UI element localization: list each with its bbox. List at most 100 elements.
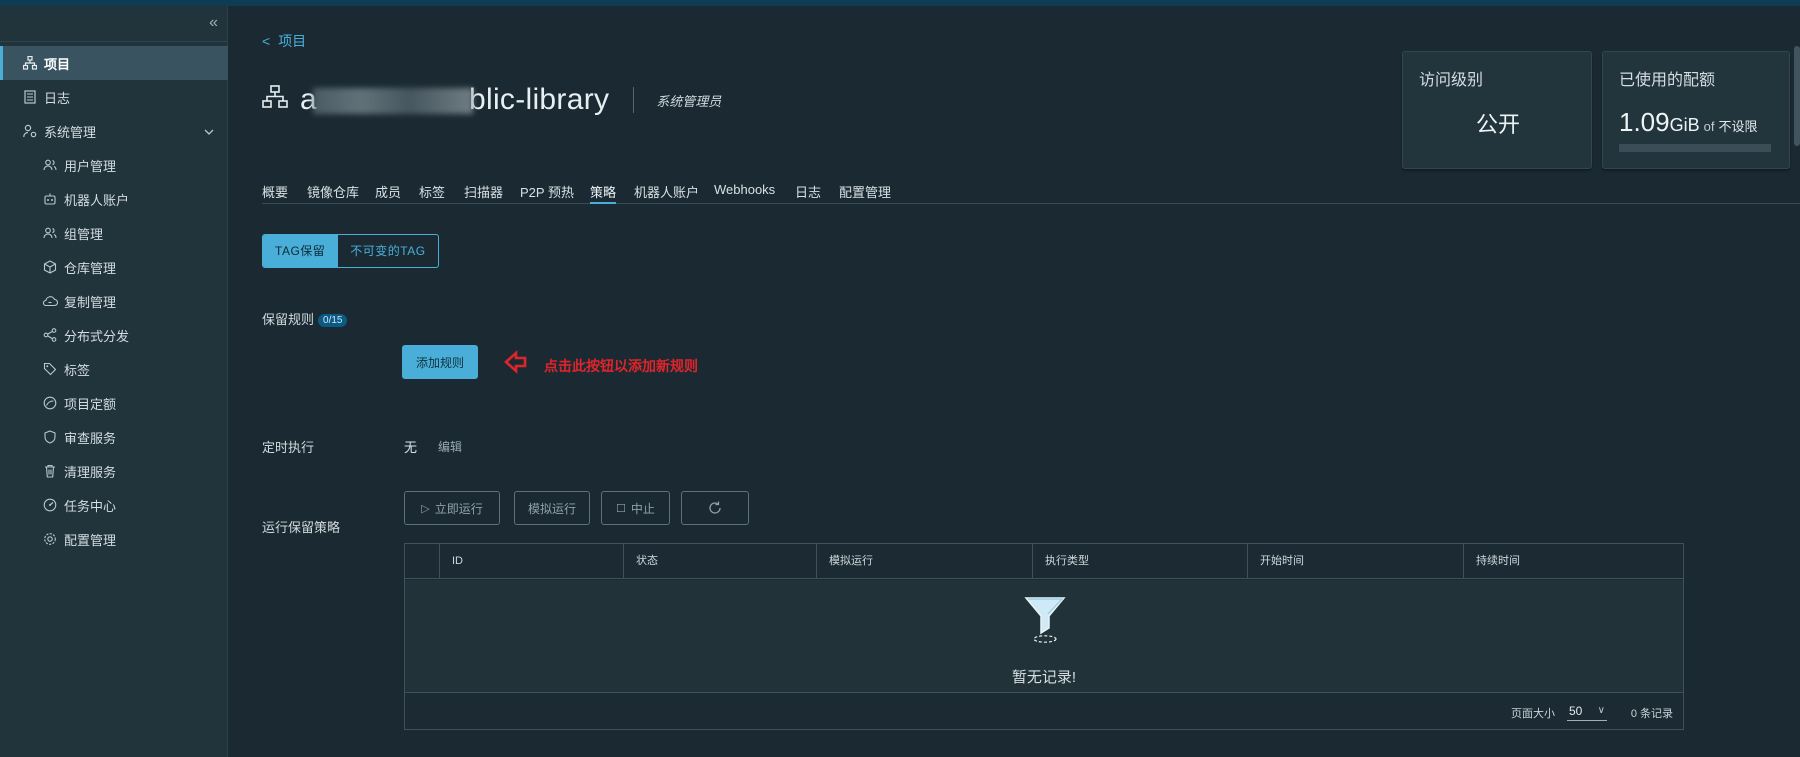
groups-icon	[42, 225, 58, 241]
task-icon	[42, 497, 58, 513]
refresh-button[interactable]	[681, 491, 749, 525]
tab-labels[interactable]: 标签	[419, 182, 445, 204]
sidebar-item-registries[interactable]: 仓库管理	[0, 250, 228, 284]
tab-summary[interactable]: 概要	[262, 182, 288, 204]
arrow-left-icon	[504, 350, 527, 374]
dry-run-button[interactable]: 模拟运行	[514, 491, 590, 525]
add-rule-button[interactable]: 添加规则	[402, 345, 478, 379]
tab-webhooks[interactable]: Webhooks	[714, 182, 775, 204]
schedule-value: 无	[404, 440, 418, 455]
tab-policy[interactable]: 策略	[590, 182, 617, 204]
column-header-status[interactable]: 状态	[623, 544, 816, 579]
sidebar-item-label: 组管理	[64, 226, 104, 242]
sidebar-item-distributions[interactable]: 分布式分发	[0, 318, 228, 352]
admin-icon	[22, 123, 38, 139]
project-header: a blic-library 系统管理员	[262, 80, 721, 120]
empty-state-text: 暂无记录!	[1011, 669, 1077, 686]
sidebar-collapse-button[interactable]: «	[0, 6, 228, 42]
tab-members[interactable]: 成员	[375, 182, 401, 204]
abort-button[interactable]: ☐ 中止	[601, 491, 670, 525]
column-header-trigger[interactable]: 执行类型	[1032, 544, 1247, 579]
tab-configuration[interactable]: 配置管理	[839, 182, 891, 204]
back-to-projects-link[interactable]: < 项目	[262, 31, 306, 51]
column-header-start-time[interactable]: 开始时间	[1247, 544, 1463, 579]
column-header-id[interactable]: ID	[439, 544, 623, 579]
access-level-label: 访问级别	[1419, 72, 1484, 89]
role-label: 系统管理员	[656, 93, 722, 109]
chevron-left-icon: <	[262, 33, 271, 49]
robot-icon	[42, 191, 58, 207]
sidebar-item-groups[interactable]: 组管理	[0, 216, 228, 250]
retention-history-grid: ID 状态 模拟运行 执行类型 开始时间 持续时间 暂无记录! 页面大小 50 ∨…	[404, 543, 1684, 730]
double-chevron-left-icon[interactable]: «	[209, 14, 218, 32]
access-level-value: 公开	[1475, 112, 1520, 137]
page-size-select[interactable]: 50 ∨	[1567, 701, 1607, 721]
grid-empty-placeholder: 暂无记录!	[405, 580, 1683, 692]
sidebar-item-label: 配置管理	[64, 532, 117, 548]
projects-icon	[22, 55, 38, 71]
tab-repositories[interactable]: 镜像仓库	[307, 182, 359, 204]
access-level-card: 访问级别 公开	[1402, 51, 1592, 169]
refresh-icon	[709, 501, 721, 514]
sidebar-item-interrogation-services[interactable]: 审查服务	[0, 420, 228, 454]
run-retention-label: 运行保留策略	[262, 520, 341, 535]
sidebar-item-replications[interactable]: 复制管理	[0, 284, 228, 318]
tag-icon	[42, 361, 58, 377]
chevron-down-icon[interactable]	[204, 124, 214, 138]
sidebar-item-label: 用户管理	[64, 158, 117, 174]
policy-segmented-control: TAG保留 不可变的TAG	[262, 234, 439, 268]
column-header-dry-run[interactable]: 模拟运行	[816, 544, 1032, 579]
sidebar-item-label: 日志	[44, 90, 71, 106]
grid-header: ID 状态 模拟运行 执行类型 开始时间 持续时间	[405, 544, 1683, 579]
sidebar-item-label: 项目定额	[64, 396, 117, 412]
project-icon	[262, 84, 288, 116]
sidebar-item-label: 复制管理	[64, 294, 117, 310]
column-header-duration[interactable]: 持续时间	[1463, 544, 1683, 579]
stop-icon: ☐	[616, 502, 626, 515]
quota-value: 1.09GiB of 不设限	[1619, 107, 1758, 137]
sidebar-item-robot-accounts[interactable]: 机器人账户	[0, 182, 228, 216]
run-now-button[interactable]: ▷ 立即运行	[404, 491, 500, 525]
sidebar-item-configuration[interactable]: 配置管理	[0, 522, 228, 556]
schedule-label: 定时执行	[262, 440, 315, 455]
sidebar-item-label: 仓库管理	[64, 260, 117, 276]
sidebar-item-projects[interactable]: 项目	[0, 46, 228, 80]
main-content: < 项目 a blic-library 系统管理员 访问级别 公开 已使用的配额 1…	[228, 6, 1800, 757]
schedule-edit-link[interactable]: 编辑	[438, 438, 462, 455]
sidebar: « 项目 日志 系统管理 用户管理 机器人账户 组管理 仓库管理 复制管理 分布…	[0, 6, 228, 757]
users-icon	[42, 157, 58, 173]
immutable-tag-button[interactable]: 不可变的TAG	[337, 235, 437, 267]
sidebar-item-label: 清理服务	[64, 464, 117, 480]
title-divider	[633, 87, 635, 113]
logs-icon	[22, 89, 38, 105]
sidebar-item-label: 项目	[44, 56, 71, 72]
sidebar-item-label: 标签	[64, 362, 91, 378]
project-tabs: 概要 镜像仓库 成员 标签 扫描器 P2P 预热 策略 机器人账户 Webhoo…	[262, 171, 1800, 204]
sidebar-item-admin[interactable]: 系统管理	[0, 114, 228, 148]
page-size-label: 页面大小	[1511, 708, 1555, 720]
sidebar-item-job-service[interactable]: 任务中心	[0, 488, 228, 522]
empty-filter-icon	[1024, 597, 1066, 643]
tag-retention-button[interactable]: TAG保留	[263, 235, 338, 267]
quota-card: 已使用的配额 1.09GiB of 不设限	[1602, 51, 1790, 169]
sidebar-item-labels[interactable]: 标签	[0, 352, 228, 386]
sidebar-item-clean-up[interactable]: 清理服务	[0, 454, 228, 488]
sidebar-item-logs[interactable]: 日志	[0, 80, 228, 114]
sidebar-item-label: 系统管理	[44, 124, 97, 140]
tab-scanner[interactable]: 扫描器	[464, 182, 503, 204]
quota-progress-bar	[1619, 144, 1771, 152]
quota-label: 已使用的配额	[1619, 72, 1716, 89]
tab-p2p-preheat[interactable]: P2P 预热	[520, 182, 574, 204]
scrollbar-thumb[interactable]	[1794, 46, 1800, 146]
sidebar-item-project-quotas[interactable]: 项目定额	[0, 386, 228, 420]
annotation-text: 点击此按钮以添加新规则	[544, 358, 698, 374]
redacted-blur	[313, 88, 473, 115]
sidebar-item-users[interactable]: 用户管理	[0, 148, 228, 182]
tab-robot-accounts[interactable]: 机器人账户	[634, 182, 699, 204]
sidebar-item-label: 机器人账户	[64, 192, 130, 208]
tab-logs[interactable]: 日志	[795, 182, 821, 204]
distribution-icon	[42, 327, 58, 343]
chevron-down-icon: ∨	[1597, 705, 1605, 716]
grid-footer: 页面大小 50 ∨ 0 条记录	[405, 692, 1683, 729]
sidebar-item-label: 任务中心	[64, 498, 117, 514]
